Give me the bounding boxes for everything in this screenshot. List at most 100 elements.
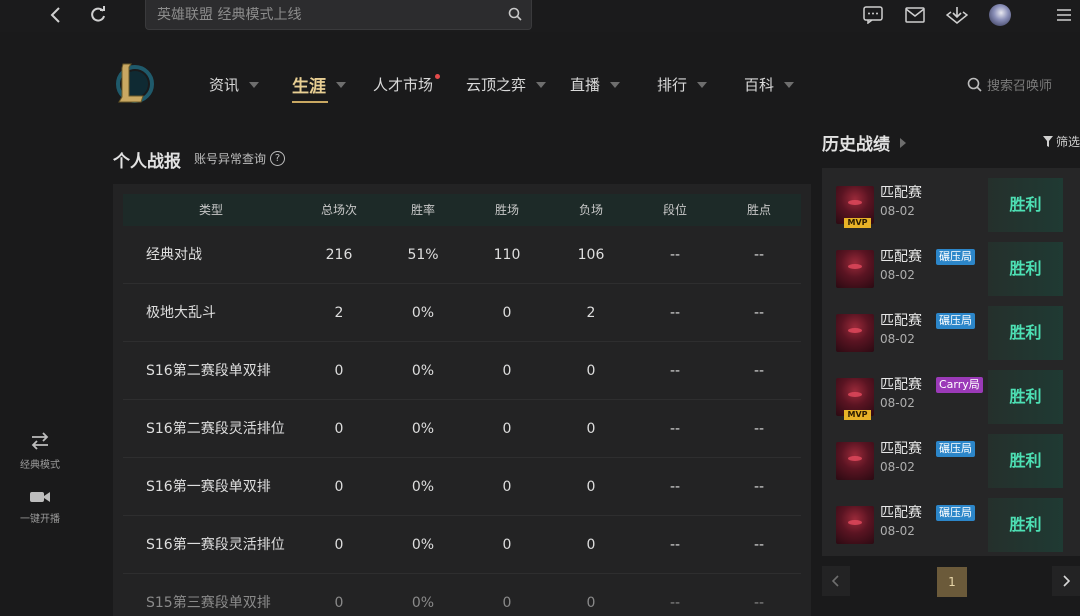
col-winrate: 胜率 [410,203,435,217]
mail-button[interactable] [903,4,927,26]
lol-logo[interactable] [113,60,155,106]
prev-page-button[interactable] [822,566,850,596]
page-number[interactable]: 1 [937,567,967,597]
row-type: S15第三赛段单双排 [146,595,271,611]
row-total: 216 [325,247,353,263]
match-result: 胜利 [988,306,1063,360]
match-item[interactable]: MVP 匹配赛 08-02 胜利 [834,178,1064,236]
download-button[interactable] [945,4,969,26]
row-lp: -- [753,595,765,611]
refresh-icon [91,6,105,22]
section-title: 个人战报 [113,152,181,172]
back-button[interactable] [44,4,68,26]
row-tier: -- [669,537,681,553]
classic-mode-tool[interactable]: 经典模式 [0,432,80,471]
champion-avatar [836,442,874,480]
search-icon[interactable] [508,7,522,21]
match-tag: 碾压局 [936,313,975,329]
table-row[interactable]: 经典对战 216 51% 110 106 -- -- [123,226,801,284]
nav-live-label: 直播 [570,76,601,94]
match-result: 胜利 [988,434,1063,488]
match-item[interactable]: 匹配赛 碾压局 08-02 胜利 [834,306,1064,364]
top-search[interactable] [145,0,532,30]
menu-button[interactable] [1052,4,1076,26]
chevron-left-icon [832,575,839,587]
chat-button[interactable] [861,4,885,26]
table-row[interactable]: S15第三赛段单双排 0 0% 0 0 -- -- [123,574,801,616]
row-lp: -- [753,363,765,379]
match-item[interactable]: 匹配赛 碾压局 08-02 胜利 [834,242,1064,300]
chat-icon [863,6,883,24]
summoner-search[interactable]: 搜索召唤师 [967,75,1052,94]
row-wins: 110 [493,247,521,263]
table-row[interactable]: S16第一赛段灵活排位 0 0% 0 0 -- -- [123,516,801,574]
help-icon[interactable]: ? [270,151,286,166]
match-result: 胜利 [988,242,1063,296]
top-bar [0,0,1080,32]
match-item[interactable]: 匹配赛 碾压局 08-02 胜利 [834,498,1064,556]
filter-button[interactable]: 筛选 [1043,133,1080,150]
avatar [989,4,1011,26]
nav-live[interactable]: 直播 [570,74,621,95]
one-click-stream-tool[interactable]: 一键开播 [0,490,80,525]
top-search-input[interactable] [157,6,497,23]
match-date: 08-02 [880,524,915,538]
match-mode: 匹配赛 [880,249,922,265]
left-sidebar: 经典模式 一键开播 [0,32,80,616]
history-title[interactable]: 历史战绩 [822,130,906,155]
champion-avatar [836,250,874,288]
row-winrate: 0% [411,537,435,553]
champion-avatar [836,506,874,544]
row-winrate: 0% [411,479,435,495]
nav-news[interactable]: 资讯 [209,74,260,95]
row-type: S16第二赛段单双排 [146,363,271,379]
refresh-button[interactable] [86,4,110,26]
match-mode: 匹配赛 [880,441,922,457]
match-result: 胜利 [988,498,1063,552]
chevron-down-icon [536,81,547,88]
download-icon [946,7,968,24]
match-tag: 碾压局 [936,441,975,457]
video-camera-icon [30,492,50,502]
filter-icon [1043,136,1053,147]
nav-tft[interactable]: 云顶之弈 [466,74,547,95]
main-nav: 资讯 生涯 人才市场 云顶之弈 直播 排行 百科 搜索召唤师 [80,40,1080,128]
match-date: 08-02 [880,268,915,282]
menu-icon [1057,9,1071,21]
nav-career-label: 生涯 [292,77,326,97]
col-wins: 胜场 [494,203,519,217]
table-row[interactable]: S16第二赛段单双排 0 0% 0 0 -- -- [123,342,801,400]
nav-talent-market-label: 人才市场 [373,74,441,95]
nav-talent-market[interactable]: 人才市场 [373,74,441,95]
table-header: 类型 总场次 胜率 胜场 负场 段位 胜点 [123,194,801,226]
chevron-right-icon [1063,575,1070,587]
match-tag: 碾压局 [936,505,975,521]
row-losses: 0 [586,363,596,379]
row-tier: -- [669,421,681,437]
row-type: S16第一赛段灵活排位 [146,537,285,553]
account-anomaly-link[interactable]: 账号异常查询 ? [194,150,286,167]
chevron-down-icon [249,81,260,88]
row-tier: -- [669,305,681,321]
next-page-button[interactable] [1052,566,1080,596]
row-type: 极地大乱斗 [146,305,216,321]
match-item[interactable]: 匹配赛 碾压局 08-02 胜利 [834,434,1064,492]
back-icon [50,7,60,23]
user-avatar[interactable] [988,4,1012,26]
table-row[interactable]: S16第一赛段单双排 0 0% 0 0 -- -- [123,458,801,516]
row-wins: 0 [502,305,512,321]
nav-ranking[interactable]: 排行 [657,74,708,95]
filter-label: 筛选 [1056,135,1080,149]
table-row[interactable]: S16第二赛段灵活排位 0 0% 0 0 -- -- [123,400,801,458]
row-type: 经典对战 [146,247,202,263]
table-row[interactable]: 极地大乱斗 2 0% 0 2 -- -- [123,284,801,342]
row-winrate: 0% [411,305,435,321]
nav-talent-market-text: 人才市场 [373,76,434,94]
classic-mode-label: 经典模式 [20,460,60,471]
row-winrate: 0% [411,363,435,379]
row-tier: -- [669,595,681,611]
nav-career[interactable]: 生涯 [292,72,346,103]
champion-avatar [836,314,874,352]
nav-wiki[interactable]: 百科 [744,74,795,95]
match-item[interactable]: MVP 匹配赛 Carry局 08-02 胜利 [834,370,1064,428]
